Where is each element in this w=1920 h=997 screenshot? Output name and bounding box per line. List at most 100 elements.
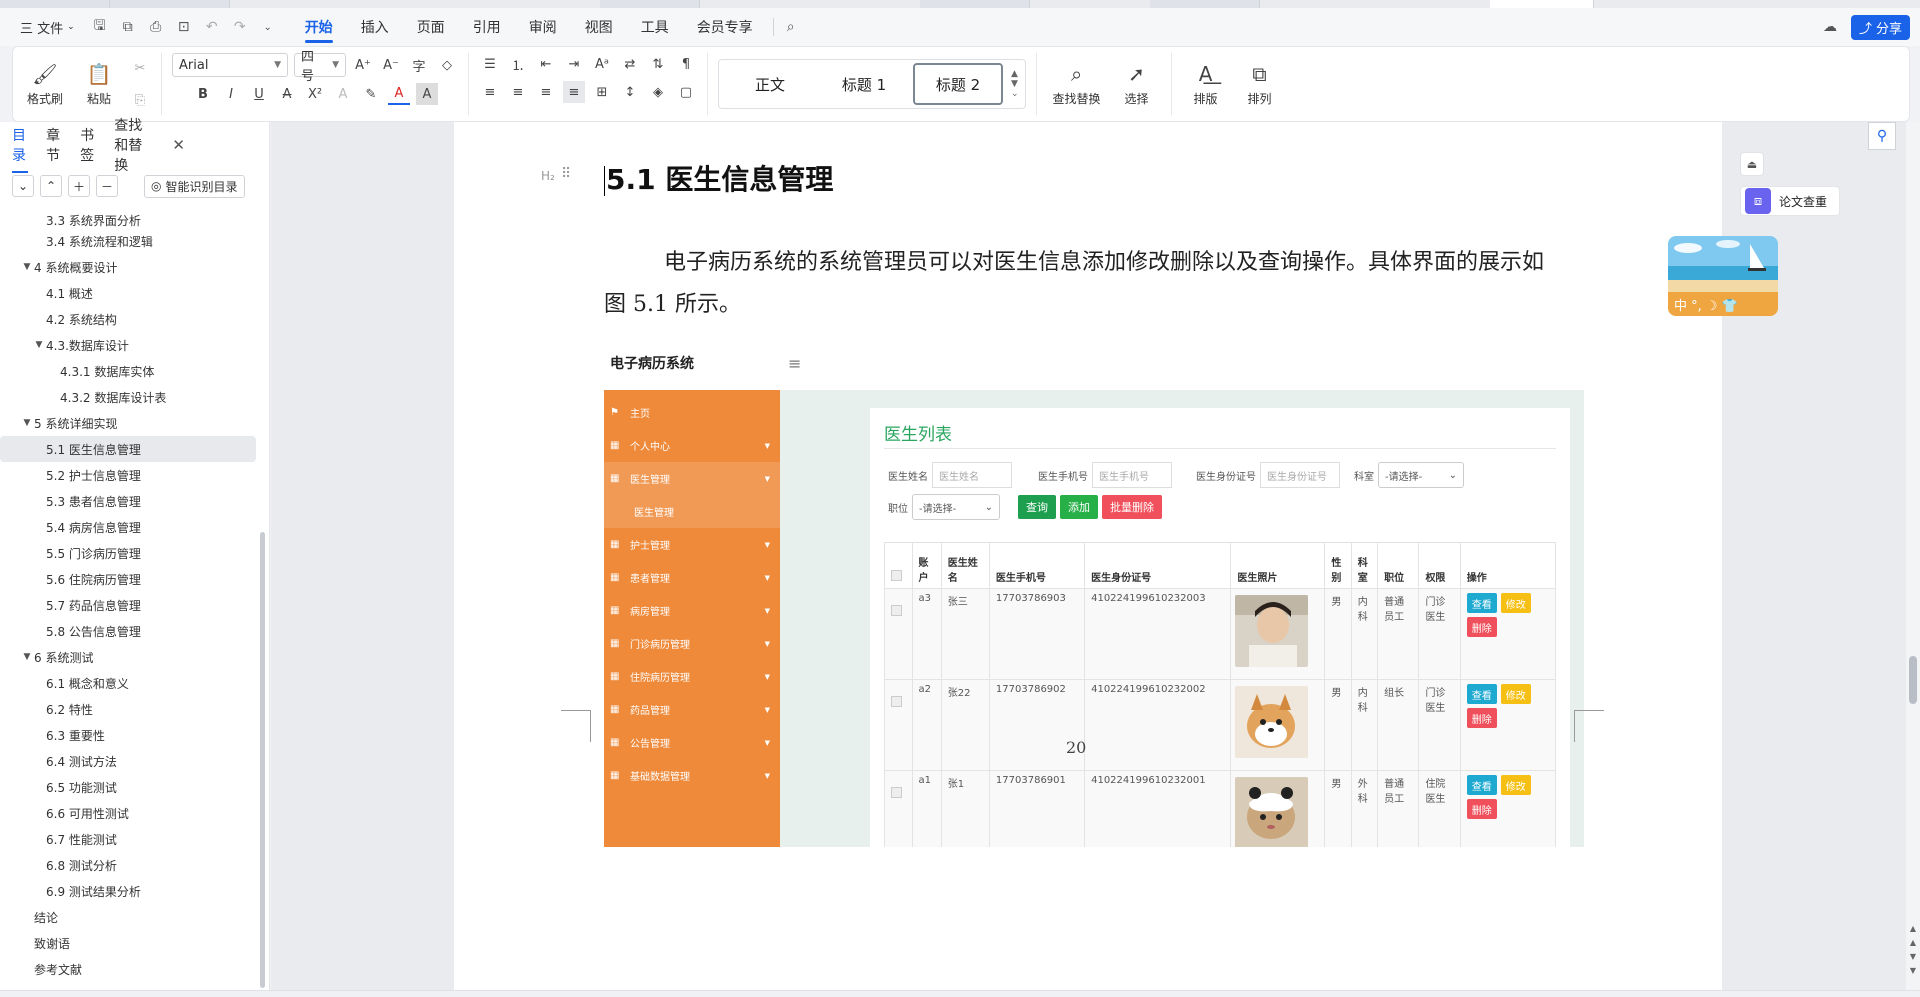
expand-arrow-icon[interactable]: ▼ <box>20 652 34 662</box>
grow-font-icon[interactable]: A⁺ <box>352 54 374 76</box>
toc-item[interactable]: 6.1 概念和意义 <box>0 670 262 696</box>
change-case-icon[interactable]: Aᵃ <box>591 53 613 75</box>
toc-item[interactable]: 6.5 功能测试 <box>0 774 262 800</box>
border-icon[interactable]: ▢ <box>675 81 697 103</box>
toc-item[interactable]: 6.7 性能测试 <box>0 826 262 852</box>
window-tab[interactable] <box>600 0 700 8</box>
drag-handle-icon[interactable]: ⠿ <box>561 166 571 182</box>
toc-item[interactable]: 3.3 系统界面分析 <box>0 212 262 228</box>
search-icon[interactable]: ⌕ <box>780 16 802 38</box>
nav-scrollbar[interactable] <box>260 532 265 988</box>
font-name-select[interactable]: Arial ▼ <box>172 53 288 77</box>
strikethrough-icon[interactable]: A <box>276 83 298 105</box>
toc-item[interactable]: ▼ 4.3.数据库设计 <box>0 332 262 358</box>
toc-item[interactable]: 5.8 公告信息管理 <box>0 618 262 644</box>
toc-item[interactable]: 结论 <box>0 904 262 930</box>
shading-icon[interactable]: ◈ <box>647 81 669 103</box>
font-size-select[interactable]: 四号 ▼ <box>294 50 346 84</box>
location-pin-icon[interactable]: ⚲ <box>1868 122 1896 150</box>
align-right-icon[interactable]: ≡ <box>535 81 557 103</box>
nav-tab-find-replace[interactable]: 查找和替换 <box>114 111 154 179</box>
cut-icon[interactable]: ✂ <box>129 57 151 79</box>
window-tab[interactable] <box>0 0 110 8</box>
text-direction-icon[interactable]: ⇄ <box>619 53 641 75</box>
scroll-thumb[interactable] <box>1909 656 1917 704</box>
font-color-icon[interactable]: A <box>388 83 410 105</box>
collapse-all-icon[interactable]: ⌄ <box>12 175 34 197</box>
tab-reference[interactable]: 引用 <box>459 11 515 43</box>
toc-item[interactable]: 5.1 医生信息管理 <box>0 436 256 462</box>
style-heading-1[interactable]: 标题 1 <box>819 63 909 105</box>
line-spacing-icon[interactable]: ↕ <box>619 81 641 103</box>
superscript-icon[interactable]: X² <box>304 83 326 105</box>
close-icon[interactable]: ✕ <box>172 136 185 154</box>
tab-insert[interactable]: 插入 <box>347 11 403 43</box>
toc-item[interactable]: ▼ 5 系统详细实现 <box>0 410 262 436</box>
document-scrollbar[interactable]: ▲ ▲ ▼ ▼ <box>1906 122 1920 990</box>
style-heading-2[interactable]: 标题 2 <box>913 63 1003 105</box>
toc-item[interactable]: 6.8 测试分析 <box>0 852 262 878</box>
smart-toc-button[interactable]: ◎ 智能识别目录 <box>144 174 245 198</box>
tab-view[interactable]: 视图 <box>571 11 627 43</box>
justify-icon[interactable]: ≡ <box>563 81 585 103</box>
toc-item[interactable]: 5.7 药品信息管理 <box>0 592 262 618</box>
thesis-check-button[interactable]: ⧈ 论文查重 <box>1740 186 1840 216</box>
window-tab[interactable] <box>920 0 1030 8</box>
char-shading-icon[interactable]: A <box>416 83 438 105</box>
toc-item[interactable]: 5.2 护士信息管理 <box>0 462 262 488</box>
toc-item[interactable]: 5.3 患者信息管理 <box>0 488 262 514</box>
toc-item[interactable]: ▼ 4 系统概要设计 <box>0 254 262 280</box>
save-icon[interactable]: 🖫 <box>89 16 111 38</box>
toc-item[interactable]: 6.3 重要性 <box>0 722 262 748</box>
expand-arrow-icon[interactable]: ▼ <box>20 418 34 428</box>
phonetic-icon[interactable]: 字 <box>408 54 430 76</box>
align-left-icon[interactable]: ≡ <box>479 81 501 103</box>
ime-skin-widget[interactable]: 中 °, ☽ 👕 <box>1668 236 1778 316</box>
tab-member[interactable]: 会员专享 <box>683 11 767 43</box>
file-menu[interactable]: 三 文件 ⌄ <box>12 14 83 41</box>
italic-icon[interactable]: I <box>220 83 242 105</box>
redo-icon[interactable]: ↷ <box>229 16 251 38</box>
share-button[interactable]: ⤴ 分享 <box>1850 14 1910 40</box>
embedded-screenshot[interactable]: 电子病历系统 ≡ ⚑ 主页 ▦ 个人中心 ▼ ▦ 医生管理 ▼ 医生管理 ▦ 护士管理 ▼ ▦ 患者管理 ▼… <box>604 340 1584 847</box>
paste-button[interactable]: 📋 粘贴 <box>75 54 123 114</box>
toc-item[interactable]: 5.4 病房信息管理 <box>0 514 262 540</box>
copy-icon[interactable]: ⎘ <box>129 89 151 111</box>
print-icon[interactable]: ⎙ <box>145 16 167 38</box>
nav-tab-bookmarks[interactable]: 书签 <box>80 121 96 169</box>
underline-icon[interactable]: U <box>248 83 270 105</box>
nav-tab-toc[interactable]: 目录 <box>12 121 29 173</box>
scroll-arrows[interactable]: ▲ ▲ ▼ ▼ <box>1906 922 1920 978</box>
text-effect-icon[interactable]: A <box>332 83 354 105</box>
toc-item[interactable]: 5.5 门诊病历管理 <box>0 540 262 566</box>
toc-item[interactable]: 致谢语 <box>0 930 262 956</box>
undo-icon[interactable]: ↶ <box>201 16 223 38</box>
window-tab[interactable] <box>1150 0 1260 8</box>
numbered-list-icon[interactable]: ⒈ <box>507 53 529 75</box>
body-paragraph[interactable]: 电子病历系统的系统管理员可以对医生信息添加修改删除以及查询操作。具体界面的展示如… <box>604 242 1564 326</box>
bold-icon[interactable]: B <box>192 83 214 105</box>
toc-item[interactable]: 3.4 系统流程和逻辑 <box>0 228 262 254</box>
toc-item[interactable]: 5.6 住院病历管理 <box>0 566 262 592</box>
more-chevron-icon[interactable]: ⌄ <box>257 16 279 38</box>
highlight-icon[interactable]: ✎ <box>360 83 382 105</box>
toc-item[interactable]: 6.6 可用性测试 <box>0 800 262 826</box>
toc-item[interactable]: ▼ 6 系统测试 <box>0 644 262 670</box>
nav-tab-chapters[interactable]: 章节 <box>46 121 62 169</box>
style-scroll[interactable]: ▲ ▼ ⌄ <box>1011 69 1019 99</box>
select-button[interactable]: ➚ 选择 <box>1113 54 1161 114</box>
plus-icon[interactable]: ＋ <box>68 175 90 197</box>
bullet-list-icon[interactable]: ☰ <box>479 53 501 75</box>
shrink-font-icon[interactable]: A⁻ <box>380 54 402 76</box>
format-painter-button[interactable]: 🖌 格式刷 <box>21 54 69 114</box>
tab-review[interactable]: 审阅 <box>515 11 571 43</box>
chevron-up-icon[interactable]: ⌃ <box>40 175 62 197</box>
show-marks-icon[interactable]: ¶ <box>675 53 697 75</box>
toc-item[interactable]: 4.2 系统结构 <box>0 306 262 332</box>
toc-item[interactable]: 6.2 特性 <box>0 696 262 722</box>
toc-item[interactable]: 4.3.2 数据库设计表 <box>0 384 262 410</box>
distribute-icon[interactable]: ⊞ <box>591 81 613 103</box>
tab-tools[interactable]: 工具 <box>627 11 683 43</box>
window-tab-active[interactable] <box>1490 0 1594 8</box>
toc-item[interactable]: 4.3.1 数据库实体 <box>0 358 262 384</box>
